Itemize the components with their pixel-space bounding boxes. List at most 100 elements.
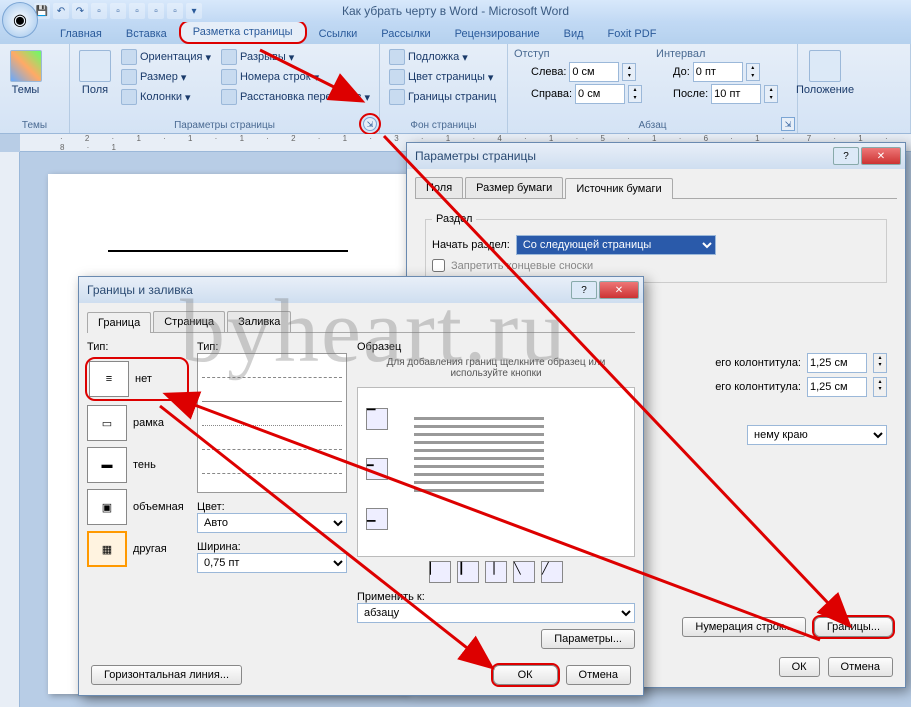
footer-dist-input[interactable] — [807, 377, 867, 397]
color-select[interactable]: Авто — [197, 513, 347, 533]
close-icon[interactable]: ✕ — [599, 281, 639, 299]
qat-undo-icon[interactable]: ↶ — [53, 3, 69, 19]
close-icon[interactable]: ✕ — [861, 147, 901, 165]
horizontal-line-button[interactable]: Горизонтальная линия... — [91, 665, 242, 685]
horizontal-line-content — [108, 250, 348, 252]
margins-button[interactable]: Поля — [76, 48, 114, 118]
office-button[interactable]: ◉ — [2, 2, 38, 38]
type-shadow[interactable]: ▬тень — [87, 447, 187, 483]
watermark-button[interactable]: Подложка ▾ — [386, 48, 499, 66]
indent-right-input[interactable] — [575, 84, 625, 104]
tab-paper-source[interactable]: Источник бумаги — [565, 178, 672, 199]
ok-button[interactable]: ОК — [779, 657, 820, 677]
type-3d[interactable]: ▣объемная — [87, 489, 187, 525]
type-none[interactable]: ≡нет — [87, 359, 187, 399]
ok-button[interactable]: ОК — [493, 665, 558, 685]
qat-item-icon[interactable]: ▫ — [110, 3, 126, 19]
size-button[interactable]: Размер ▾ — [118, 68, 214, 86]
qat-redo-icon[interactable]: ↷ — [72, 3, 88, 19]
page-borders-button[interactable]: Границы страниц — [386, 88, 499, 106]
tab-shading[interactable]: Заливка — [227, 311, 291, 332]
line-numbers-button[interactable]: Номера строк ▾ — [218, 68, 373, 86]
style-list[interactable] — [197, 353, 347, 493]
tab-home[interactable]: Главная — [48, 24, 114, 44]
dialog-titlebar[interactable]: Границы и заливка ? ✕ — [79, 277, 643, 303]
breaks-button[interactable]: Разрывы ▾ — [218, 48, 373, 66]
page-color-button[interactable]: Цвет страницы ▾ — [386, 68, 499, 86]
spacing-after-input[interactable] — [711, 84, 761, 104]
vertical-ruler[interactable] — [0, 152, 20, 707]
suppress-endnotes-checkbox[interactable] — [432, 259, 445, 272]
qat-item-icon[interactable]: ▫ — [167, 3, 183, 19]
tab-fields[interactable]: Поля — [415, 177, 463, 198]
preview-box[interactable]: ▔ ━ ▁ — [357, 387, 635, 557]
header-dist-input[interactable] — [807, 353, 867, 373]
tab-review[interactable]: Рецензирование — [443, 24, 552, 44]
theme-effects-icon[interactable] — [49, 100, 63, 114]
group-label: Абзац — [514, 118, 791, 131]
orientation-icon — [121, 49, 137, 65]
start-section-select[interactable]: Со следующей страницы — [516, 235, 716, 255]
line-numbers-button[interactable]: Нумерация строк... — [682, 617, 805, 637]
tab-page-border[interactable]: Страница — [153, 311, 225, 332]
width-select[interactable]: 0,75 пт — [197, 553, 347, 573]
options-button[interactable]: Параметры... — [541, 629, 635, 649]
top-border-toggle[interactable]: ▔ — [366, 408, 388, 430]
vmid-border-toggle[interactable]: ┃ — [457, 561, 479, 583]
spinner[interactable]: ▴▾ — [628, 85, 642, 103]
borders-button[interactable]: Границы... — [814, 617, 893, 637]
spinner[interactable]: ▴▾ — [622, 63, 636, 81]
valign-select[interactable]: нему краю — [747, 425, 887, 445]
tab-view[interactable]: Вид — [552, 24, 596, 44]
hyphenation-button[interactable]: Расстановка переносов ▾ — [218, 88, 373, 106]
spacing-before-input[interactable] — [693, 62, 743, 82]
paragraph-launcher[interactable]: ⇲ — [781, 117, 795, 131]
bottom-border-toggle[interactable]: ▁ — [366, 508, 388, 530]
page-setup-launcher[interactable]: ⇲ — [363, 117, 377, 131]
themes-button[interactable]: Темы — [6, 48, 45, 118]
box-icon: ▭ — [87, 405, 127, 441]
header-dist-label: его колонтитула: — [715, 357, 801, 369]
tab-paper-size[interactable]: Размер бумаги — [465, 177, 563, 198]
help-icon[interactable]: ? — [833, 147, 859, 165]
cancel-button[interactable]: Отмена — [566, 665, 631, 685]
type-box[interactable]: ▭рамка — [87, 405, 187, 441]
tab-insert[interactable]: Вставка — [114, 24, 179, 44]
theme-fonts-icon[interactable] — [49, 76, 63, 90]
columns-button[interactable]: Колонки ▾ — [118, 88, 214, 106]
theme-colors-icon[interactable] — [49, 52, 63, 66]
spinner[interactable]: ▴▾ — [873, 377, 887, 397]
tab-page-layout[interactable]: Разметка страницы — [179, 20, 307, 44]
tab-foxit[interactable]: Foxit PDF — [596, 24, 669, 44]
qat-dropdown-icon[interactable]: ▾ — [186, 3, 202, 19]
space-after-icon — [656, 87, 670, 101]
tab-border[interactable]: Граница — [87, 312, 151, 333]
spacing-after-field[interactable]: После:▴▾ — [656, 84, 778, 104]
position-icon — [809, 50, 841, 82]
spinner[interactable]: ▴▾ — [764, 85, 778, 103]
position-button[interactable]: Положение — [804, 48, 846, 118]
indent-right-field[interactable]: Справа:▴▾ — [514, 84, 642, 104]
orientation-button[interactable]: Ориентация ▾ — [118, 48, 214, 66]
indent-left-input[interactable] — [569, 62, 619, 82]
indent-left-field[interactable]: Слева:▴▾ — [514, 62, 642, 82]
diag1-border-toggle[interactable]: ╲ — [513, 561, 535, 583]
qat-item-icon[interactable]: ▫ — [148, 3, 164, 19]
tab-references[interactable]: Ссылки — [307, 24, 370, 44]
qat-item-icon[interactable]: ▫ — [129, 3, 145, 19]
help-icon[interactable]: ? — [571, 281, 597, 299]
right-border-toggle[interactable]: ▕ — [485, 561, 507, 583]
columns-icon — [121, 89, 137, 105]
type-custom[interactable]: ▦другая — [87, 531, 187, 567]
cancel-button[interactable]: Отмена — [828, 657, 893, 677]
spacing-before-field[interactable]: До:▴▾ — [656, 62, 778, 82]
dialog-titlebar[interactable]: Параметры страницы ? ✕ — [407, 143, 905, 169]
diag2-border-toggle[interactable]: ╱ — [541, 561, 563, 583]
qat-item-icon[interactable]: ▫ — [91, 3, 107, 19]
tab-mailings[interactable]: Рассылки — [369, 24, 442, 44]
spinner[interactable]: ▴▾ — [873, 353, 887, 373]
spinner[interactable]: ▴▾ — [746, 63, 760, 81]
apply-to-select[interactable]: абзацу — [357, 603, 635, 623]
hmid-border-toggle[interactable]: ━ — [366, 458, 388, 480]
left-border-toggle[interactable]: ▏ — [429, 561, 451, 583]
